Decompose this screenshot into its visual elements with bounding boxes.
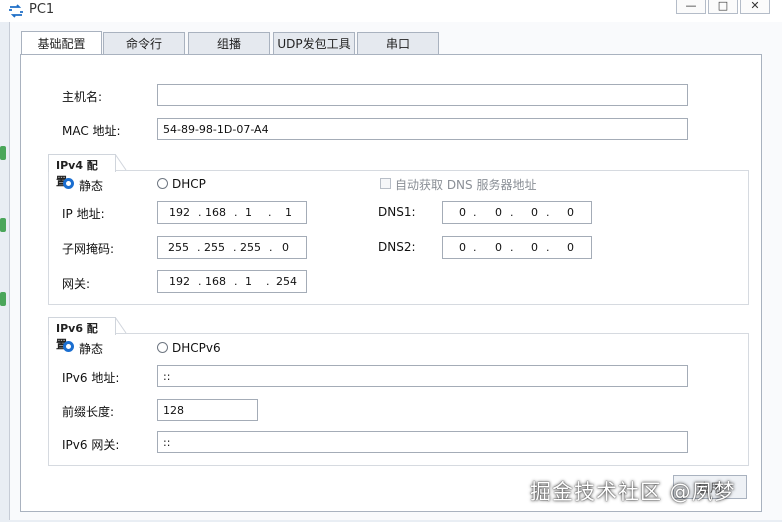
ipv6-gateway-input[interactable]: :: (157, 431, 688, 453)
background-edge-fragment (0, 292, 6, 306)
prefix-length-label: 前缀长度: (62, 405, 115, 419)
hostname-input[interactable] (157, 84, 688, 106)
dns1-label: DNS1: (378, 205, 416, 219)
ipv6-static-radio[interactable] (63, 341, 74, 352)
mac-input[interactable]: 54-89-98-1D-07-A4 (157, 118, 688, 140)
minimize-button[interactable]: — (676, 0, 706, 14)
maximize-button[interactable]: □ (708, 0, 738, 14)
tab-serial[interactable]: 串口 (357, 32, 439, 54)
ipv4-dhcp-radio[interactable] (157, 178, 168, 189)
background-edge-fragment (0, 218, 6, 232)
ipv6-address-input[interactable]: :: (157, 365, 688, 387)
ipv6-gateway-label: IPv6 网关: (62, 438, 120, 452)
tab-udp-tool[interactable]: UDP发包工具 (273, 32, 355, 54)
ipv6-dhcpv6-label: DHCPv6 (172, 341, 221, 355)
ipv4-static-radio[interactable] (63, 178, 74, 189)
close-icon: ✕ (750, 0, 760, 12)
close-button[interactable]: ✕ (740, 0, 770, 14)
gateway-input[interactable]: 192 . 168 . 1 . 254 (157, 270, 307, 293)
prefix-length-input[interactable]: 128 (157, 399, 258, 421)
ip-address-input[interactable]: 192 . 168 . 1 . 1 (157, 201, 307, 224)
ipv6-address-label: IPv6 地址: (62, 371, 120, 385)
dns2-label: DNS2: (378, 240, 416, 254)
tab-multicast[interactable]: 组播 (188, 32, 270, 54)
network-pc-icon (9, 4, 23, 18)
subnet-mask-label: 子网掩码: (62, 242, 115, 256)
title-bar (0, 0, 782, 22)
group-tab-slope (115, 154, 127, 171)
watermark: 掘金技术社区 @夙梦 (530, 480, 736, 504)
ipv6-static-label: 静态 (79, 342, 104, 356)
group-tab-slope (115, 317, 127, 334)
hostname-label: 主机名: (62, 90, 103, 104)
tab-basic-config[interactable]: 基础配置 (21, 31, 102, 55)
ip-address-label: IP 地址: (62, 207, 105, 221)
ipv4-dhcp-label: DHCP (172, 177, 206, 191)
subnet-mask-input[interactable]: 255 . 255 . 255 . 0 (157, 236, 307, 259)
maximize-icon: □ (717, 0, 729, 12)
window-title: PC1 (29, 2, 55, 17)
gateway-label: 网关: (62, 277, 91, 291)
dns1-input[interactable]: 0 . 0 . 0 . 0 (442, 201, 592, 224)
background-edge-fragment (0, 146, 6, 160)
ipv6-group-title: IPv6 配置 (48, 317, 116, 351)
mac-label: MAC 地址: (62, 124, 121, 138)
ipv4-group-title: IPv4 配置 (48, 154, 116, 188)
auto-dns-checkbox[interactable] (380, 178, 391, 189)
dns2-input[interactable]: 0 . 0 . 0 . 0 (442, 236, 592, 259)
ipv6-dhcpv6-radio[interactable] (157, 342, 168, 353)
tab-command-line[interactable]: 命令行 (103, 32, 185, 54)
minimize-icon: — (685, 0, 697, 12)
ipv4-static-label: 静态 (79, 179, 104, 193)
auto-dns-label: 自动获取 DNS 服务器地址 (395, 178, 537, 192)
